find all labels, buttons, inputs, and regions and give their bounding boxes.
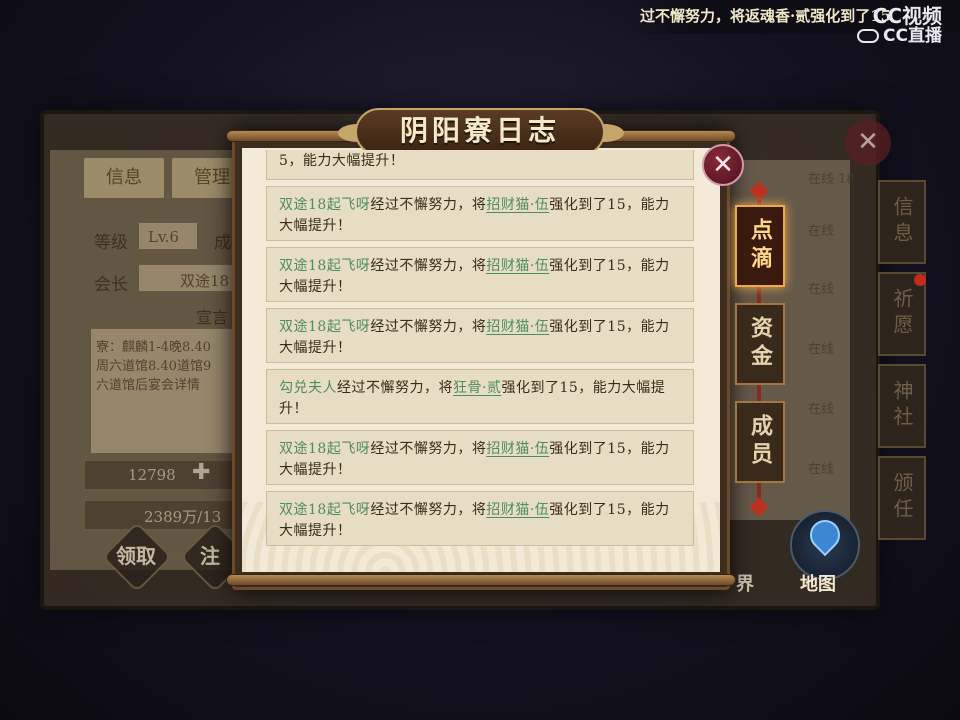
online-status-5: 在线 <box>808 462 835 477</box>
watermark-line2: CC直播 <box>857 26 942 46</box>
notification-dot <box>914 274 926 286</box>
side-menu: 信息 祈愿 神社 颁任 <box>878 180 928 548</box>
log-entry: 5，能力大幅提升！ <box>266 150 694 180</box>
log-entry: 双途18起飞呀经过不懈努力，将招财猫·伍强化到了15，能力大幅提升！ <box>266 491 694 546</box>
stat1-value: 12798 <box>128 466 176 484</box>
watermark-line1: CC视频 <box>872 4 942 28</box>
level-suffix: 成 <box>214 233 231 253</box>
online-status-1: 在线 <box>808 224 835 239</box>
leader-label: 会长 <box>94 275 128 295</box>
log-entry: 勾兑夫人经过不懈努力，将狂骨·贰强化到了15，能力大幅提升！ <box>266 369 694 424</box>
cloud-icon <box>857 29 880 43</box>
online-status-4: 在线 <box>808 402 835 417</box>
stat2-value: 2389万/13 <box>144 508 222 526</box>
player-name[interactable]: 双途18起飞呀 <box>279 197 370 213</box>
shikigami-link[interactable]: 招财猫·伍 <box>486 197 549 213</box>
shikigami-link[interactable]: 狂骨·贰 <box>453 380 501 396</box>
tab-members[interactable]: 成员 <box>735 401 785 483</box>
scroll-rod-bottom <box>226 574 736 586</box>
log-entry: 双途18起飞呀经过不懈努力，将招财猫·伍强化到了15，能力大幅提升！ <box>266 247 694 302</box>
guild-close-icon[interactable]: ✕ <box>845 120 891 166</box>
player-name[interactable]: 双途18起飞呀 <box>279 441 370 457</box>
online-status-2: 在线 <box>808 282 835 297</box>
online-status-3: 在线 <box>808 342 835 357</box>
declaration-line-2: 周六道馆8.40道馆9 <box>96 359 212 374</box>
watermark-line2-text: CC直播 <box>883 26 942 46</box>
declaration-line-1: 寮：麒麟1-4晚8.40 <box>96 340 211 355</box>
level-value: Lv.6 <box>148 228 179 246</box>
inject-button-label: 注 <box>200 544 220 568</box>
player-name[interactable]: 勾兑夫人 <box>279 380 337 396</box>
level-label: 等级 <box>94 233 128 253</box>
log-entry: 双途18起飞呀经过不懈努力，将招财猫·伍强化到了15，能力大幅提升！ <box>266 308 694 363</box>
claim-button-label: 领取 <box>116 544 156 568</box>
player-name[interactable]: 双途18起飞呀 <box>279 319 370 335</box>
cc-watermark: CC视频 CC直播 <box>857 6 942 46</box>
player-name[interactable]: 双途18起飞呀 <box>279 502 370 518</box>
declaration-label: 宣言 <box>196 308 229 327</box>
shikigami-link[interactable]: 招财猫·伍 <box>486 319 549 335</box>
map-pin-icon <box>803 513 847 557</box>
plus-icon[interactable]: ✚ <box>192 460 210 485</box>
tab-funds[interactable]: 资金 <box>735 303 785 385</box>
world-label: 界 <box>736 574 754 595</box>
shikigami-link[interactable]: 招财猫·伍 <box>486 441 549 457</box>
leader-value: 双途18 <box>180 272 230 290</box>
log-entry: 双途18起飞呀经过不懈努力，将招财猫·伍强化到了15，能力大幅提升！ <box>266 186 694 241</box>
declaration-line-3: 六道馆后宴会详情 <box>96 378 201 393</box>
side-menu-shrine[interactable]: 神社 <box>878 364 926 448</box>
player-name[interactable]: 双途18起飞呀 <box>279 258 370 274</box>
online-header: 在线 18 <box>808 172 855 187</box>
log-list[interactable]: 5，能力大幅提升！ 双途18起飞呀经过不懈努力，将招财猫·伍强化到了15，能力大… <box>266 150 694 560</box>
close-button[interactable]: ✕ <box>702 144 744 186</box>
dialog-title: 阴阳寮日志 <box>355 108 605 156</box>
log-entry: 双途18起飞呀经过不懈努力，将招财猫·伍强化到了15，能力大幅提升！ <box>266 430 694 485</box>
shikigami-link[interactable]: 招财猫·伍 <box>486 258 549 274</box>
side-menu-appoint[interactable]: 颁任 <box>878 456 926 540</box>
side-menu-info[interactable]: 信息 <box>878 180 926 264</box>
tab-moments[interactable]: 点滴 <box>735 205 785 287</box>
tab-info[interactable]: 信息 <box>84 158 164 198</box>
shikigami-link[interactable]: 招财猫·伍 <box>486 502 549 518</box>
map-label: 地图 <box>800 574 836 595</box>
